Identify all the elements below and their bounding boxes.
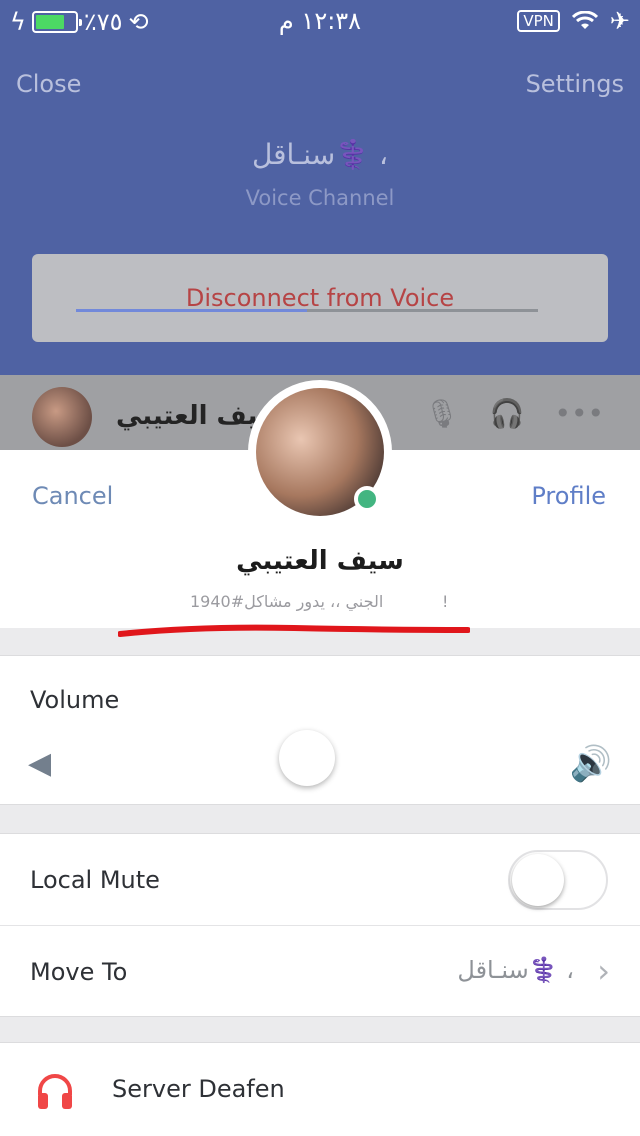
online-status-indicator — [354, 486, 380, 512]
disconnect-button[interactable]: Disconnect from Voice — [32, 254, 608, 342]
headphones-icon — [38, 1074, 72, 1109]
move-to-row[interactable]: Move To سنـاقل⚕️ ، › — [0, 926, 640, 1018]
chevron-right-icon: › — [597, 952, 610, 990]
red-underline-annotation — [118, 624, 470, 637]
channel-name: سنـاقل⚕️ ، — [251, 138, 389, 171]
move-to-value: سنـاقل⚕️ ، — [457, 956, 574, 984]
display-name: سيف العتيبي — [236, 546, 404, 576]
cancel-button[interactable]: Cancel — [32, 482, 113, 510]
profile-button[interactable]: Profile — [531, 482, 606, 510]
airplane-icon: ✈ — [609, 7, 630, 35]
volume-slider-track[interactable] — [76, 309, 538, 312]
local-mute-label: Local Mute — [30, 866, 160, 894]
volume-slider-knob[interactable] — [279, 730, 335, 786]
voice-channel-panel: ϟ ٪٧٥ ⟲ ١٢:٣٨ م VPN ✈ Close Settings سنـ… — [0, 0, 640, 375]
more-icon[interactable]: ••• — [554, 397, 604, 430]
toggle-knob — [512, 854, 564, 906]
move-to-label: Move To — [30, 958, 128, 986]
close-button[interactable]: Close — [16, 70, 81, 98]
status-bar: ϟ ٪٧٥ ⟲ ١٢:٣٨ م VPN ✈ — [0, 0, 640, 42]
volume-high-icon: 🔊 — [569, 744, 612, 784]
microphone-icon: 🎙 — [424, 397, 460, 430]
wifi-icon — [571, 11, 598, 29]
settings-list: Local Mute Move To سنـاقل⚕️ ، › — [0, 833, 640, 1017]
vpn-badge: VPN — [517, 10, 560, 32]
avatar — [32, 387, 92, 447]
user-settings-sheet: Cancel Profile سيف العتيبي الجني ،، يدور… — [0, 450, 640, 1136]
user-tag: الجني ،، يدور مشاكل#1940 — [190, 592, 384, 611]
server-deafen-label: Server Deafen — [112, 1075, 285, 1103]
server-deafen-row[interactable]: Server Deafen — [0, 1042, 640, 1136]
local-mute-row: Local Mute — [0, 834, 640, 926]
settings-button[interactable]: Settings — [526, 70, 624, 98]
local-mute-toggle[interactable] — [508, 850, 608, 910]
volume-label: Volume — [30, 686, 120, 714]
headphones-icon: 🎧 — [489, 397, 525, 430]
user-tag-suffix: ! — [442, 592, 449, 611]
volume-low-icon: ◀ — [28, 746, 52, 781]
volume-slider-fill — [76, 309, 307, 312]
channel-type: Voice Channel — [245, 186, 395, 210]
